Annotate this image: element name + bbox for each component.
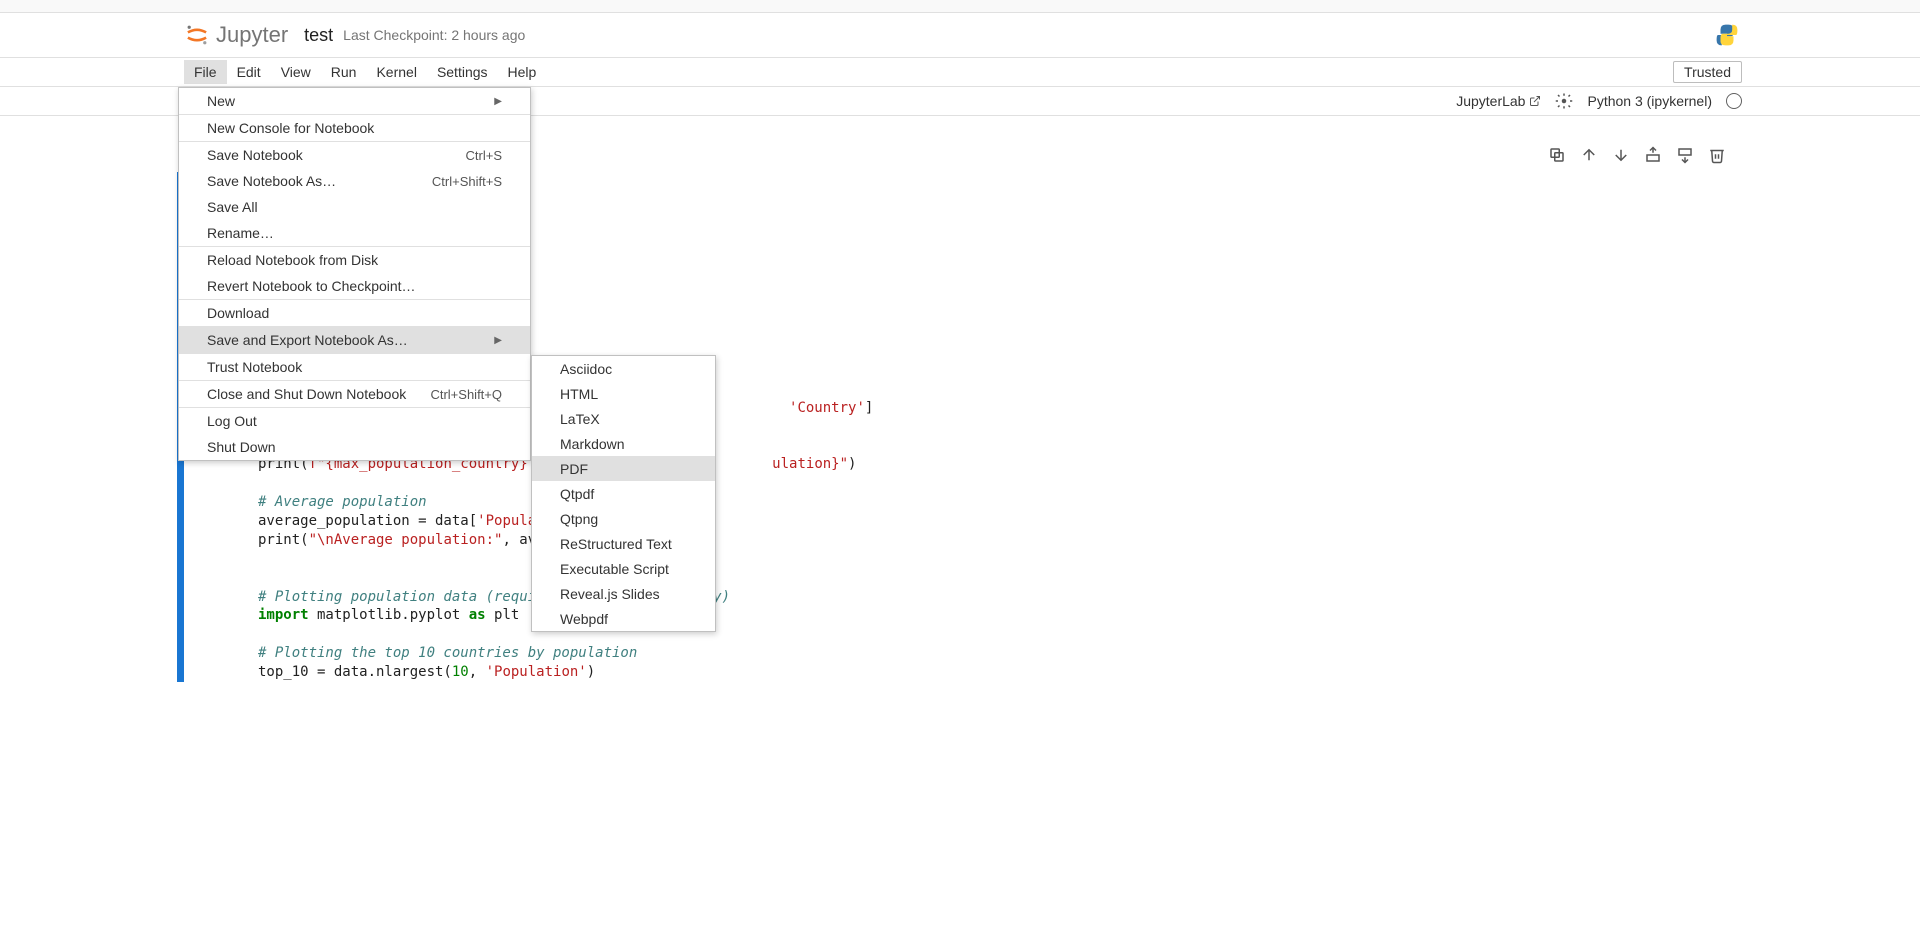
export-html[interactable]: HTML (532, 381, 715, 406)
menu-item-label: New (207, 93, 235, 109)
export-submenu: AsciidocHTMLLaTeXMarkdownPDFQtpdfQtpngRe… (531, 355, 716, 632)
menu-item-download[interactable]: Download (179, 300, 530, 326)
menu-item-rename[interactable]: Rename… (179, 220, 530, 246)
export-executable-script[interactable]: Executable Script (532, 556, 715, 581)
menu-item-label: Revert Notebook to Checkpoint… (207, 278, 416, 294)
menu-item-new[interactable]: New ▶ (179, 88, 530, 114)
menu-item-save-notebook[interactable]: Save Notebook Ctrl+S (179, 142, 530, 168)
file-menu-dropdown: New ▶ New Console for Notebook Save Noteboo… (178, 87, 531, 461)
chevron-right-icon: ▶ (494, 96, 502, 107)
file-name[interactable]: test (304, 25, 333, 46)
menu-item-label: Close and Shut Down Notebook (207, 386, 406, 402)
menu-kernel[interactable]: Kernel (366, 60, 426, 84)
menu-item-shut-down[interactable]: Shut Down (179, 434, 530, 460)
insert-above-icon[interactable] (1644, 146, 1662, 164)
menu-settings[interactable]: Settings (427, 60, 498, 84)
checkpoint-text: Last Checkpoint: 2 hours ago (343, 27, 525, 43)
export-pdf[interactable]: PDF (532, 456, 715, 481)
menu-shortcut: Ctrl+S (466, 148, 502, 163)
export-latex[interactable]: LaTeX (532, 406, 715, 431)
menubar: FileEditViewRunKernelSettingsHelp Truste… (0, 58, 1920, 87)
chevron-right-icon: ▶ (494, 335, 502, 346)
menu-item-label: Rename… (207, 225, 274, 241)
menu-file[interactable]: File (184, 60, 227, 84)
external-link-icon (1529, 95, 1541, 107)
menu-item-label: Log Out (207, 413, 257, 429)
menu-item-save-and-export-notebook-as[interactable]: Save and Export Notebook As… ▶ (179, 327, 530, 353)
menu-item-label: New Console for Notebook (207, 120, 374, 136)
trusted-badge[interactable]: Trusted (1673, 61, 1742, 83)
insert-below-icon[interactable] (1676, 146, 1694, 164)
jupyter-logo-icon (184, 22, 210, 48)
kernel-name[interactable]: Python 3 (ipykernel) (1587, 93, 1712, 109)
logo[interactable]: Jupyter (184, 22, 288, 48)
jupyterlab-link[interactable]: JupyterLab (1456, 93, 1541, 109)
duplicate-icon[interactable] (1548, 146, 1566, 164)
menu-item-label: Save Notebook As… (207, 173, 336, 189)
menu-item-label: Shut Down (207, 439, 275, 455)
kernel-status-icon[interactable] (1726, 93, 1742, 109)
menu-shortcut: Ctrl+Shift+S (432, 174, 502, 189)
export-markdown[interactable]: Markdown (532, 431, 715, 456)
menu-item-label: Reload Notebook from Disk (207, 252, 378, 268)
export-restructured-text[interactable]: ReStructured Text (532, 531, 715, 556)
top-blank-bar (0, 0, 1920, 13)
move-down-icon[interactable] (1612, 146, 1630, 164)
menu-item-label: Download (207, 305, 269, 321)
export-asciidoc[interactable]: Asciidoc (532, 356, 715, 381)
menu-help[interactable]: Help (498, 60, 547, 84)
menu-edit[interactable]: Edit (227, 60, 271, 84)
delete-icon[interactable] (1708, 146, 1726, 164)
jupyterlab-label: JupyterLab (1456, 93, 1525, 109)
menu-item-close-and-shut-down-notebook[interactable]: Close and Shut Down Notebook Ctrl+Shift+Q (179, 381, 530, 407)
menu-item-new-console-for-notebook[interactable]: New Console for Notebook (179, 115, 530, 141)
menu-item-label: Trust Notebook (207, 359, 302, 375)
menu-item-revert-notebook-to-checkpoint[interactable]: Revert Notebook to Checkpoint… (179, 273, 530, 299)
menu-item-label: Save All (207, 199, 258, 215)
menu-item-reload-notebook-from-disk[interactable]: Reload Notebook from Disk (179, 247, 530, 273)
menu-run[interactable]: Run (321, 60, 367, 84)
logo-text: Jupyter (216, 22, 288, 48)
python-logo-icon (1714, 22, 1740, 48)
menu-item-label: Save Notebook (207, 147, 303, 163)
header: Jupyter test Last Checkpoint: 2 hours ag… (0, 13, 1920, 58)
export-reveal-js-slides[interactable]: Reveal.js Slides (532, 581, 715, 606)
export-qtpdf[interactable]: Qtpdf (532, 481, 715, 506)
menu-item-trust-notebook[interactable]: Trust Notebook (179, 354, 530, 380)
menu-item-save-all[interactable]: Save All (179, 194, 530, 220)
move-up-icon[interactable] (1580, 146, 1598, 164)
export-qtpng[interactable]: Qtpng (532, 506, 715, 531)
export-webpdf[interactable]: Webpdf (532, 606, 715, 631)
menu-item-label: Save and Export Notebook As… (207, 332, 408, 348)
menu-item-log-out[interactable]: Log Out (179, 408, 530, 434)
menu-item-save-notebook-as[interactable]: Save Notebook As… Ctrl+Shift+S (179, 168, 530, 194)
menu-shortcut: Ctrl+Shift+Q (430, 387, 502, 402)
debug-icon[interactable] (1555, 92, 1573, 110)
menu-view[interactable]: View (271, 60, 321, 84)
